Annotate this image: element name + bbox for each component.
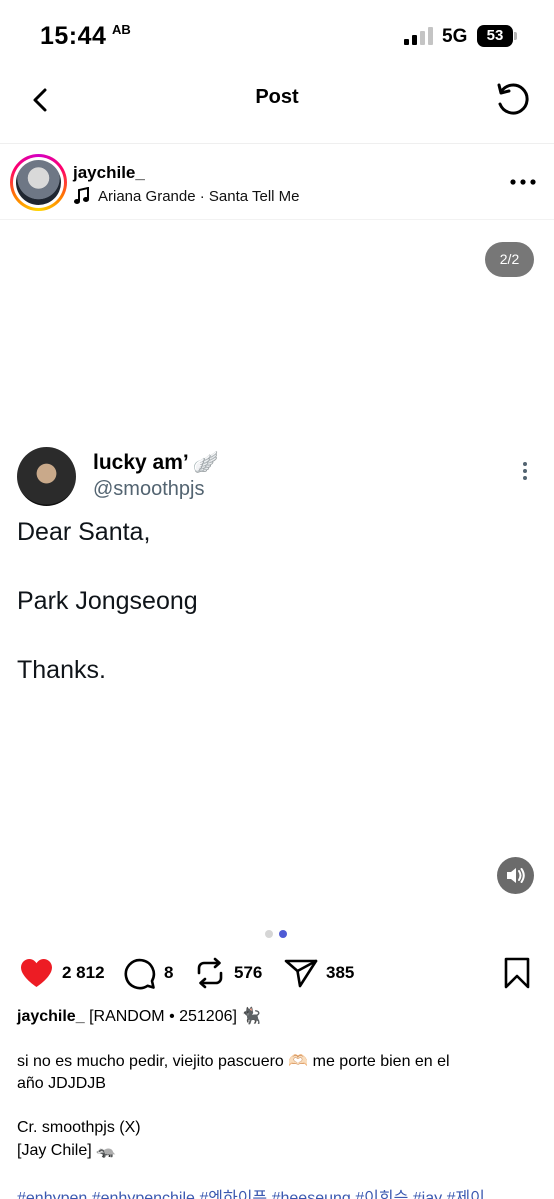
tweet-avatar — [17, 447, 76, 506]
caption-body-line: año JDJDJB — [17, 1075, 106, 1092]
tweet-author-handle: @smoothpjs — [93, 478, 205, 500]
status-bar: 15:44 AB 5G 53 — [0, 0, 554, 70]
avatar-image — [16, 160, 61, 205]
repost-icon — [197, 957, 223, 989]
refresh-button[interactable] — [492, 80, 532, 120]
page-title: Post — [255, 86, 299, 108]
sound-toggle-button[interactable] — [497, 857, 534, 894]
tweet-text-line: Thanks. — [17, 656, 106, 684]
music-label: Ariana Grande · Santa Tell Me — [98, 187, 300, 205]
comment-icon — [124, 958, 156, 989]
speaker-icon — [507, 868, 525, 883]
repost-count: 576 — [234, 963, 263, 982]
like-button[interactable]: 2 812 — [19, 955, 105, 991]
carousel-dot-active — [279, 930, 287, 938]
caption-title: [RANDOM • 251206] 🐈‍⬛ — [89, 1008, 262, 1025]
more-options-button[interactable] — [508, 174, 538, 190]
comment-button[interactable]: 8 — [123, 955, 173, 991]
bookmark-button[interactable] — [502, 957, 532, 989]
tweet-author-name: lucky am’ 🪽 — [93, 451, 219, 475]
bookmark-icon — [504, 957, 530, 989]
caption-body-line: si no es mucho pedir, viejito pascuero 🫶… — [17, 1053, 450, 1070]
page-indicator: 2/2 — [485, 242, 534, 277]
share-count: 385 — [326, 963, 355, 982]
carousel-dot — [265, 930, 273, 938]
comment-count: 8 — [164, 963, 174, 982]
avatar[interactable] — [10, 154, 67, 211]
wing-emoji: 🪽 — [192, 451, 219, 474]
network-label: 5G — [442, 26, 468, 47]
heart-icon — [21, 959, 52, 987]
tweet-text-line: Park Jongseong — [17, 587, 198, 615]
carousel-dots — [265, 930, 287, 938]
caption-credit-line: Cr. smoothpjs (X) — [17, 1119, 141, 1136]
post-username[interactable]: jaychile_ — [73, 163, 145, 183]
caption-credit-line: [Jay Chile] 🦡 — [17, 1142, 117, 1159]
tweet-more-icon — [518, 460, 532, 482]
caption-hashtags[interactable]: #enhypen #enhypenchile #엔하이픈 #heeseung #… — [17, 1184, 554, 1199]
repost-button[interactable]: 576 — [194, 955, 262, 991]
battery-icon: 53 — [477, 25, 517, 47]
signal-icon — [404, 27, 434, 45]
tweet-text-line: Dear Santa, — [17, 518, 151, 546]
music-note-icon — [74, 187, 89, 204]
avatar-border — [13, 157, 64, 208]
status-time: 15:44 — [40, 22, 107, 50]
refresh-icon — [497, 83, 529, 115]
send-icon — [284, 959, 318, 988]
status-extra-label: AB — [112, 22, 131, 37]
music-info[interactable]: Ariana Grande · Santa Tell Me — [74, 187, 300, 205]
action-bar: 2 812 8 576 385 — [0, 955, 554, 995]
caption-username[interactable]: jaychile_ — [17, 1008, 85, 1025]
nav-bar: Post — [0, 70, 554, 144]
share-button[interactable]: 385 — [284, 955, 354, 991]
more-horizontal-icon — [510, 179, 536, 185]
post-media[interactable]: 2/2 lucky am’ 🪽 @smoothpjs Dear Santa, P… — [0, 220, 554, 920]
like-count: 2 812 — [62, 963, 105, 982]
tweet-author-name-text: lucky am’ — [93, 451, 189, 474]
caption-title-line: jaychile_ [RANDOM • 251206] 🐈‍⬛ — [17, 1006, 537, 1028]
post-header: jaychile_ Ariana Grande · Santa Tell Me — [0, 144, 554, 220]
